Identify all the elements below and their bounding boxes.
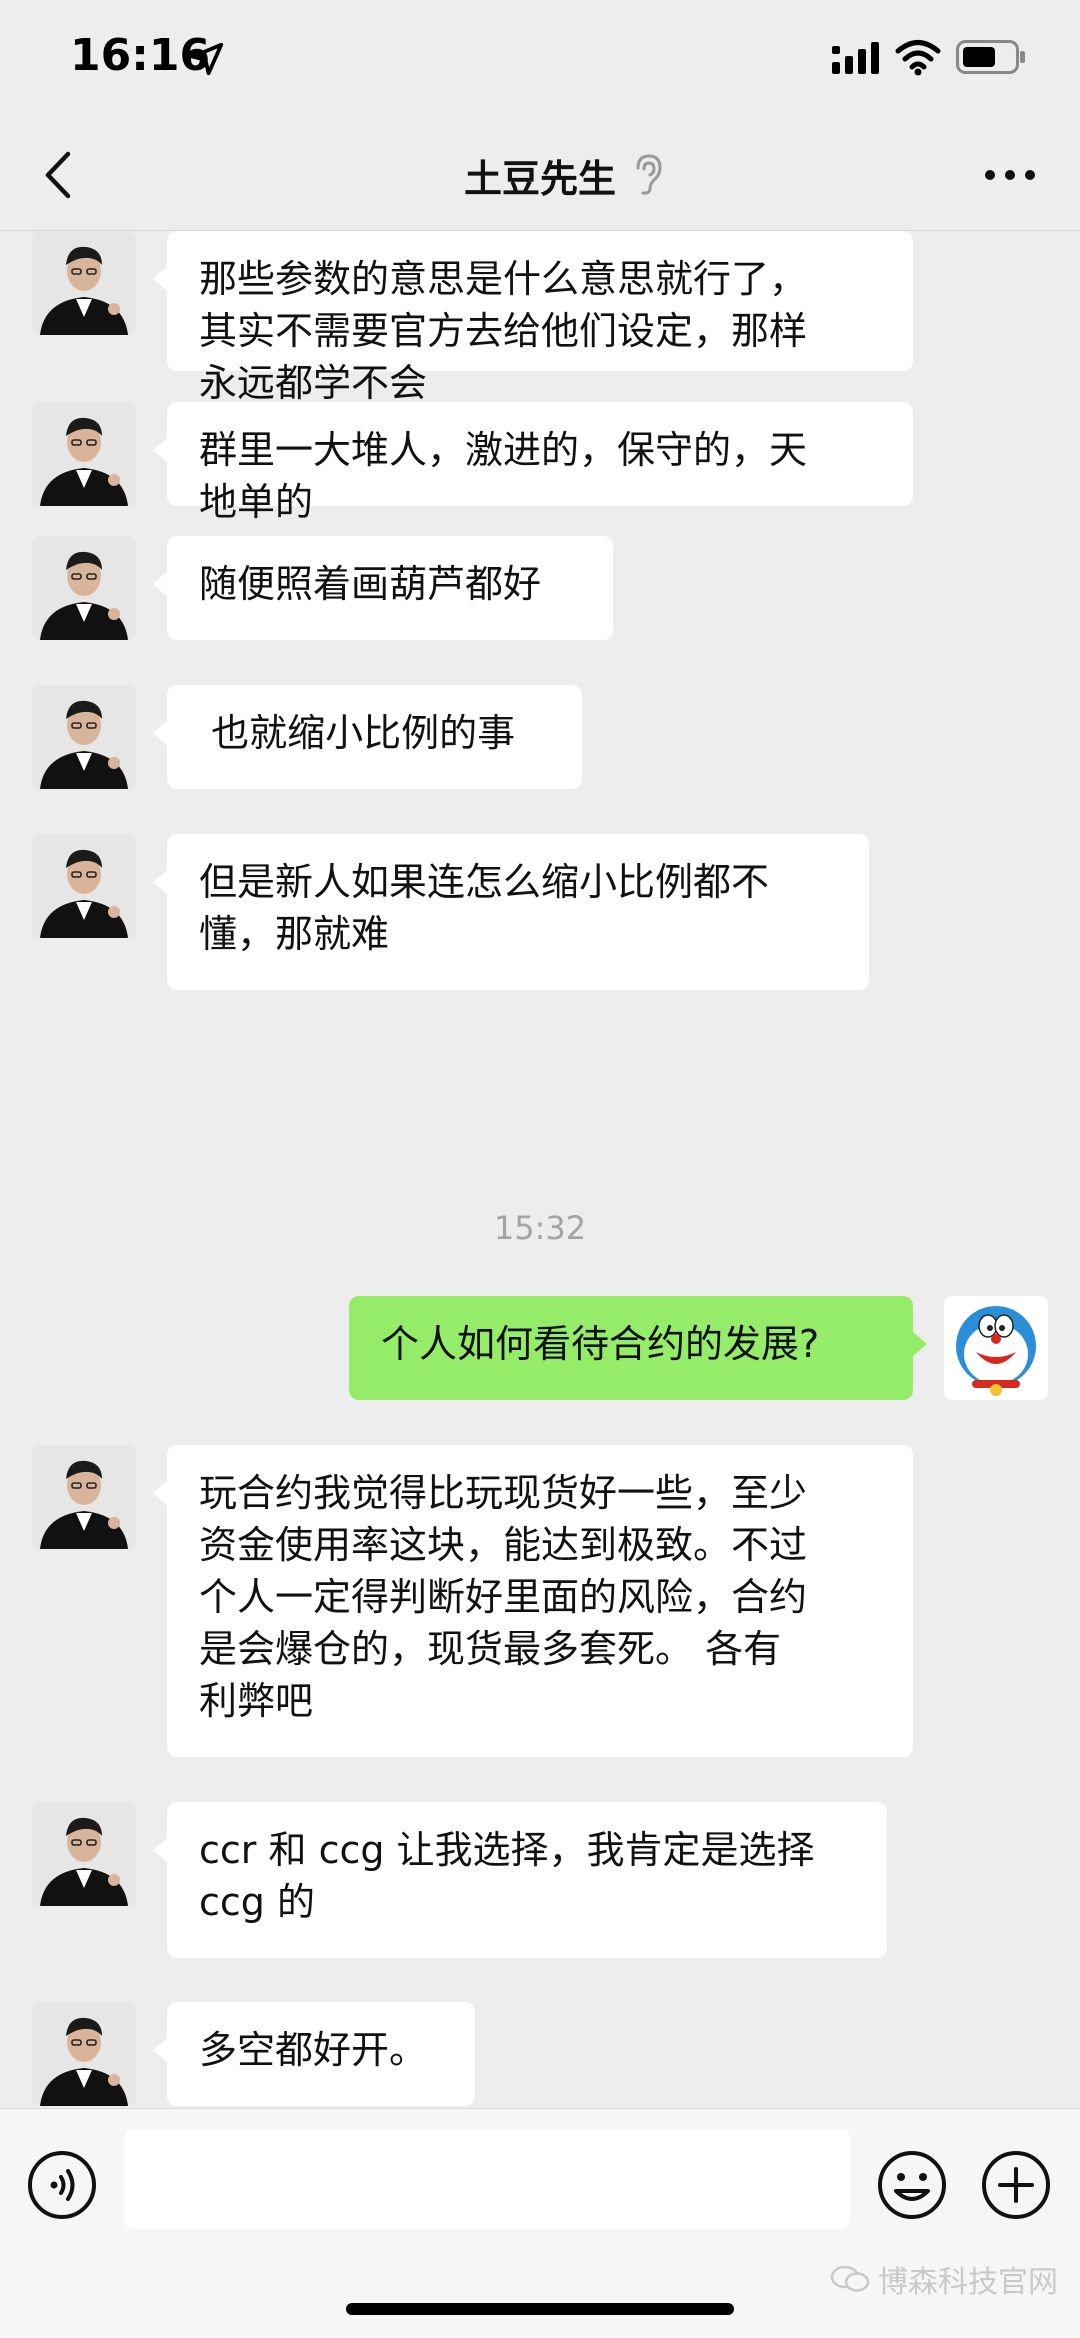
- contact-avatar-image: [32, 1802, 136, 1906]
- message-bubble[interactable]: 那些参数的意思是什么意思就行了， 其实不需要官方去给他们设定，那样 永远都学不会: [153, 231, 913, 405]
- wechat-logo-icon: [830, 2265, 870, 2292]
- contact-avatar[interactable]: [32, 231, 136, 335]
- contact-avatar[interactable]: [32, 685, 136, 789]
- message-input-bar: 博森科技官网: [0, 2108, 1080, 2338]
- contact-avatar-image: [32, 834, 136, 938]
- cellular-signal-icon: [832, 42, 879, 74]
- more-options-icon[interactable]: [984, 165, 1036, 185]
- message-bubble[interactable]: 多空都好开。: [153, 2002, 475, 2106]
- contact-avatar[interactable]: [32, 834, 136, 938]
- self-avatar-image: [944, 1296, 1048, 1400]
- earpiece-mode-icon: [636, 154, 662, 195]
- message-bubble[interactable]: 随便照着画葫芦都好: [153, 536, 613, 640]
- message-bubble[interactable]: 玩合约我觉得比玩现货好一些，至少 资金使用率这块，能达到极致。不过 个人一定得判…: [153, 1445, 913, 1757]
- location-arrow-icon: [190, 42, 224, 76]
- home-indicator[interactable]: [346, 2303, 734, 2315]
- more-functions-plus-icon[interactable]: [980, 2149, 1052, 2221]
- battery-icon: [956, 40, 1025, 74]
- contact-avatar[interactable]: [32, 402, 136, 506]
- message-bubble[interactable]: 群里一大堆人，激进的，保守的，天 地单的: [153, 402, 913, 524]
- contact-avatar-image: [32, 536, 136, 640]
- chat-header: 土豆先生: [0, 120, 1080, 231]
- contact-avatar[interactable]: [32, 1802, 136, 1906]
- self-avatar[interactable]: [944, 1296, 1048, 1400]
- contact-avatar-image: [32, 1445, 136, 1549]
- contact-avatar-image: [32, 231, 136, 335]
- contact-avatar[interactable]: [32, 536, 136, 640]
- watermark: 博森科技官网: [830, 2257, 1058, 2301]
- message-timestamp: 15:32: [493, 1209, 587, 1247]
- emoji-icon[interactable]: [876, 2149, 948, 2221]
- chat-title: 土豆先生: [463, 157, 616, 201]
- contact-avatar-image: [32, 402, 136, 506]
- voice-input-icon[interactable]: [26, 2149, 98, 2221]
- contact-avatar[interactable]: [32, 1445, 136, 1549]
- watermark-text: 博森科技官网: [878, 2265, 1058, 2300]
- wifi-icon: [895, 40, 941, 76]
- message-bubble[interactable]: 但是新人如果连怎么缩小比例都不 懂，那就难: [153, 834, 869, 990]
- contact-avatar-image: [32, 685, 136, 789]
- message-bubble-self[interactable]: 个人如何看待合约的发展?: [349, 1296, 927, 1400]
- chat-history[interactable]: 那些参数的意思是什么意思就行了， 其实不需要官方去给他们设定，那样 永远都学不会…: [0, 231, 1080, 2108]
- status-bar: 16:16: [0, 0, 1080, 120]
- message-bubble[interactable]: ccr 和 ccg 让我选择，我肯定是选择 ccg 的: [153, 1802, 887, 1958]
- contact-avatar-image: [32, 2002, 136, 2106]
- message-text-input[interactable]: [124, 2129, 850, 2229]
- contact-avatar[interactable]: [32, 2002, 136, 2106]
- message-bubble[interactable]: 也就缩小比例的事: [153, 685, 582, 789]
